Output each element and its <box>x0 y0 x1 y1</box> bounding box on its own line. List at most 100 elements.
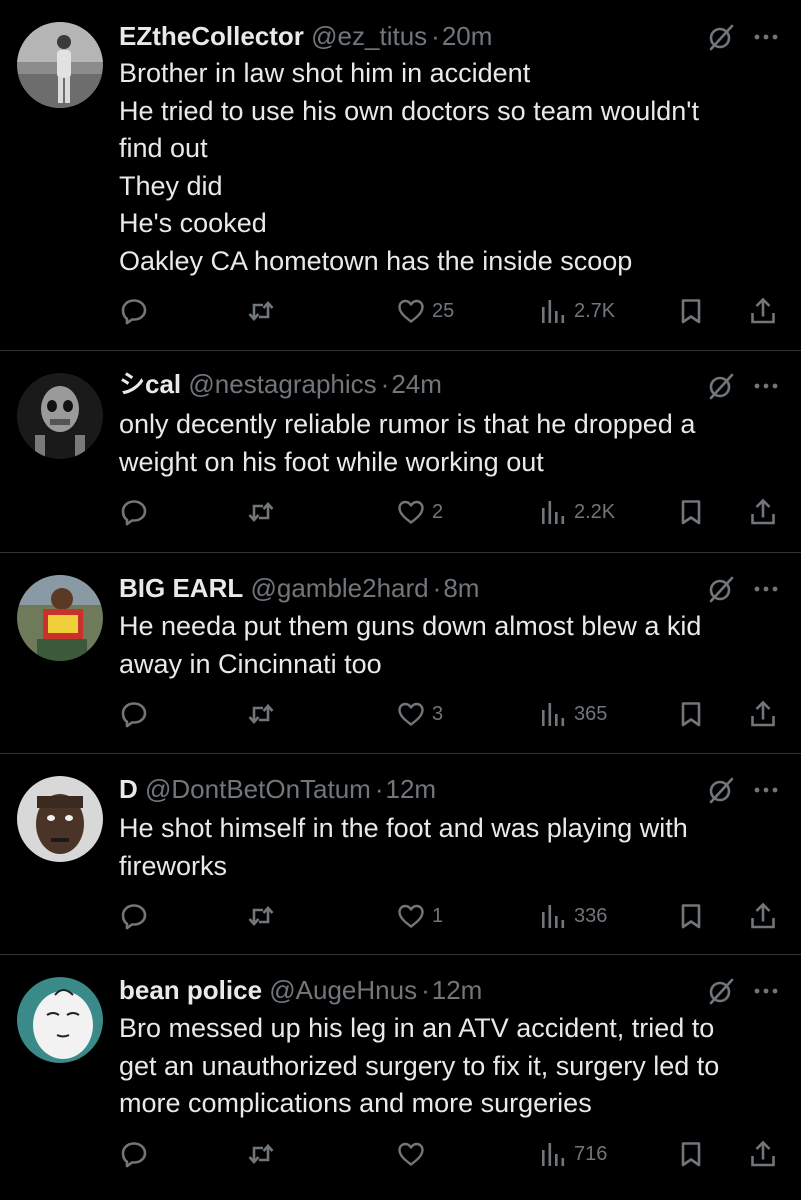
views-count: 336 <box>574 904 608 927</box>
views-button[interactable]: 336 <box>538 899 607 933</box>
tweet-line: Brother in law shot him in accident <box>119 58 531 88</box>
tweet[interactable]: bean police @AugeHnus ·12m Bro messed up … <box>0 955 801 1200</box>
bookmark-button[interactable] <box>676 294 706 328</box>
grok-icon[interactable] <box>707 23 735 51</box>
views-icon <box>542 905 565 928</box>
views-button[interactable]: 365 <box>538 697 607 731</box>
more-icon[interactable] <box>753 584 779 594</box>
user-handle[interactable]: @ez_titus <box>311 21 427 51</box>
separator: · <box>380 369 390 399</box>
tweet-header: シcal @nestagraphics ·24m <box>119 368 681 400</box>
tweet-header: D @DontBetOnTatum ·12m <box>119 773 681 805</box>
bookmark-button[interactable] <box>676 495 706 529</box>
grok-icon[interactable] <box>707 372 735 400</box>
bookmark-icon <box>681 1142 701 1167</box>
timestamp[interactable]: 20m <box>442 21 493 51</box>
like-count: 2 <box>432 500 444 523</box>
reply-button[interactable] <box>119 1137 149 1171</box>
timestamp[interactable]: 12m <box>432 975 483 1005</box>
tweet-line: He shot himself in the foot and was play… <box>119 813 688 843</box>
retweet-icon <box>248 502 274 522</box>
retweet-button[interactable] <box>246 697 276 731</box>
retweet-button[interactable] <box>246 495 276 529</box>
reply-button[interactable] <box>119 899 149 933</box>
share-icon <box>751 1140 775 1167</box>
bookmark-button[interactable] <box>676 697 706 731</box>
user-handle[interactable]: @DontBetOnTatum <box>145 774 371 804</box>
more-icon[interactable] <box>753 32 779 42</box>
tweet-header: BIG EARL @gamble2hard ·8m <box>119 572 681 604</box>
share-button[interactable] <box>748 697 778 731</box>
grok-icon[interactable] <box>707 575 735 603</box>
tweet[interactable]: BIG EARL @gamble2hard ·8m He needa put th… <box>0 553 801 754</box>
heart-icon <box>398 904 424 928</box>
like-button[interactable] <box>396 1137 432 1171</box>
like-button[interactable]: 2 <box>396 495 443 529</box>
retweet-button[interactable] <box>246 899 276 933</box>
timestamp[interactable]: 12m <box>386 774 437 804</box>
bookmark-button[interactable] <box>676 1137 706 1171</box>
like-button[interactable]: 25 <box>396 294 454 328</box>
reply-button[interactable] <box>119 495 149 529</box>
bookmark-icon <box>681 299 701 324</box>
tweet-header: bean police @AugeHnus ·12m <box>119 974 681 1006</box>
more-icon[interactable] <box>753 986 779 996</box>
more-icon[interactable] <box>753 785 779 795</box>
timestamp[interactable]: 24m <box>391 369 442 399</box>
avatar[interactable] <box>17 776 103 862</box>
tweet-line: find out <box>119 133 208 163</box>
like-count: 25 <box>432 299 455 322</box>
views-button[interactable]: 2.2K <box>538 495 615 529</box>
like-count: 1 <box>432 904 444 927</box>
avatar[interactable] <box>17 22 103 108</box>
tweet-text: only decently reliable rumor is that he … <box>119 406 761 481</box>
retweet-icon <box>248 906 274 926</box>
more-icon[interactable] <box>753 381 779 391</box>
views-button[interactable]: 2.7K <box>538 294 615 328</box>
reply-icon <box>121 500 147 526</box>
views-button[interactable]: 716 <box>538 1137 607 1171</box>
avatar[interactable] <box>17 977 103 1063</box>
display-name[interactable]: BIG EARL <box>119 573 243 603</box>
tweet[interactable]: D @DontBetOnTatum ·12m He shot himself in… <box>0 754 801 955</box>
tweet[interactable]: EZtheCollector @ez_titus ·20m Brother in … <box>0 0 801 351</box>
user-handle[interactable]: @AugeHnus <box>269 975 417 1005</box>
like-button[interactable]: 3 <box>396 697 443 731</box>
display-name[interactable]: bean police <box>119 975 262 1005</box>
retweet-button[interactable] <box>246 294 276 328</box>
share-button[interactable] <box>748 899 778 933</box>
share-icon <box>751 297 775 324</box>
tweet-line: He needa put them guns down almost blew … <box>119 611 702 641</box>
action-bar: 716 <box>0 1137 801 1171</box>
user-handle[interactable]: @nestagraphics <box>188 369 376 399</box>
like-button[interactable]: 1 <box>396 899 443 933</box>
bookmark-button[interactable] <box>676 899 706 933</box>
share-button[interactable] <box>748 495 778 529</box>
retweet-button[interactable] <box>246 1137 276 1171</box>
tweet-line: Oakley CA hometown has the inside scoop <box>119 245 633 276</box>
views-icon <box>542 1143 565 1166</box>
timestamp[interactable]: 8m <box>443 573 479 603</box>
tweet-line: weight on his foot while working out <box>119 446 544 477</box>
grok-icon[interactable] <box>707 977 735 1005</box>
display-name[interactable]: シcal <box>119 369 181 399</box>
share-button[interactable] <box>748 294 778 328</box>
reply-button[interactable] <box>119 697 149 731</box>
user-handle[interactable]: @gamble2hard <box>250 573 428 603</box>
retweet-icon <box>248 1144 274 1164</box>
heart-icon <box>398 1142 424 1166</box>
tweet[interactable]: シcal @nestagraphics ·24m only decently re… <box>0 351 801 553</box>
views-count: 2.7K <box>574 299 616 322</box>
display-name[interactable]: D <box>119 774 138 804</box>
reply-button[interactable] <box>119 294 149 328</box>
display-name[interactable]: EZtheCollector <box>119 21 304 51</box>
views-icon <box>542 300 565 323</box>
avatar[interactable] <box>17 575 103 661</box>
tweet-line: only decently reliable rumor is that he … <box>119 409 696 439</box>
tweet-line: get an unauthorized surgery to fix it, s… <box>119 1050 720 1081</box>
share-button[interactable] <box>748 1137 778 1171</box>
separator: · <box>431 21 440 51</box>
grok-icon[interactable] <box>707 776 735 804</box>
avatar[interactable] <box>17 373 103 459</box>
action-bar: 3 365 <box>0 697 801 731</box>
